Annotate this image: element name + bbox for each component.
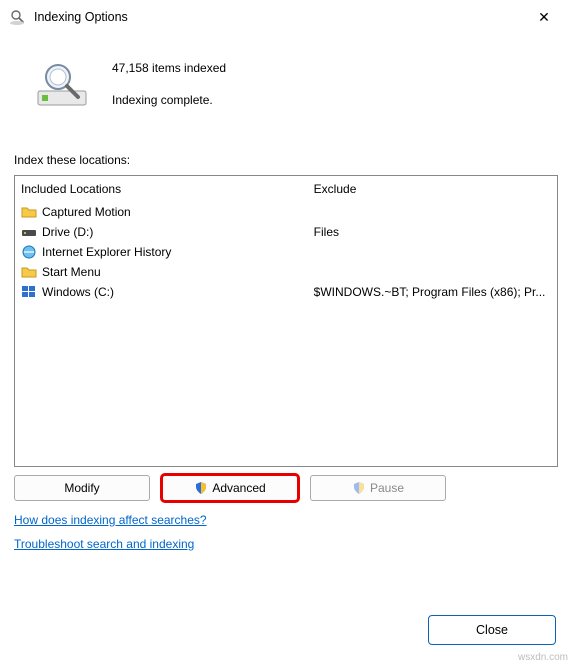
help-links: How does indexing affect searches? Troub… [14,513,558,561]
indexing-state: Indexing complete. [112,91,226,109]
exclude-cell: Files [308,222,557,242]
close-button[interactable]: Close [428,615,556,645]
advanced-button-label: Advanced [212,481,265,495]
internet-explorer-icon [21,244,37,260]
folder-icon [21,264,37,280]
indexing-options-window: Indexing Options ✕ 47,158 items indexed … [0,0,572,665]
list-item-label: Start Menu [42,265,101,279]
drive-icon [21,224,37,240]
pause-button-label: Pause [370,481,404,495]
windows-icon [21,284,37,300]
list-item[interactable]: Windows (C:) [15,282,308,302]
locations-listbox[interactable]: Included Locations Captured Motion Drive… [14,175,558,467]
window-close-button[interactable]: ✕ [524,9,564,26]
indexing-help-link[interactable]: How does indexing affect searches? [14,513,207,527]
content-area: 47,158 items indexed Indexing complete. … [0,34,572,571]
indexing-options-icon [8,8,26,26]
status-text: 47,158 items indexed Indexing complete. [112,56,226,123]
list-item[interactable]: Captured Motion [15,202,308,222]
list-item[interactable]: Start Menu [15,262,308,282]
titlebar: Indexing Options ✕ [0,0,572,34]
exclude-column: Exclude Files $WINDOWS.~BT; Program File… [308,176,557,466]
included-column: Included Locations Captured Motion Drive… [15,176,308,466]
button-row: Modify Advanced Pause [14,475,558,501]
exclude-cell [308,262,557,282]
list-item[interactable]: Drive (D:) [15,222,308,242]
included-header[interactable]: Included Locations [15,176,308,202]
exclude-cell [308,242,557,262]
exclude-cell: $WINDOWS.~BT; Program Files (x86); Pr... [308,282,557,302]
indexed-count: 47,158 items indexed [112,59,226,77]
locations-label: Index these locations: [14,153,558,167]
pause-button: Pause [310,475,446,501]
magnifier-drive-icon [32,56,92,111]
list-item-label: Captured Motion [42,205,131,219]
uac-shield-icon [352,481,366,495]
footer: Close [428,615,556,645]
troubleshoot-link[interactable]: Troubleshoot search and indexing [14,537,194,551]
watermark: wsxdn.com [518,652,568,663]
uac-shield-icon [194,481,208,495]
list-item-label: Internet Explorer History [42,245,171,259]
list-item[interactable]: Internet Explorer History [15,242,308,262]
folder-icon [21,204,37,220]
list-item-label: Drive (D:) [42,225,93,239]
window-title: Indexing Options [34,10,128,24]
modify-button[interactable]: Modify [14,475,150,501]
advanced-button[interactable]: Advanced [162,475,298,501]
exclude-cell [308,202,557,222]
status-row: 47,158 items indexed Indexing complete. [14,56,558,123]
exclude-header[interactable]: Exclude [308,176,557,202]
list-item-label: Windows (C:) [42,285,114,299]
